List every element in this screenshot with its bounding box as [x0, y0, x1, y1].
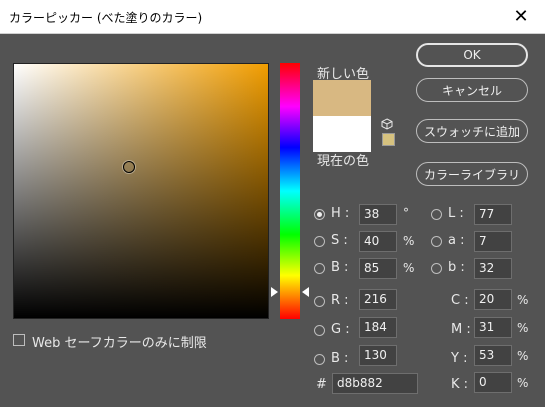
hex-input[interactable]: d8b882 — [332, 373, 418, 394]
k-label: K : — [451, 377, 469, 392]
web-only-checkbox[interactable] — [13, 334, 25, 346]
a-label: a : — [448, 233, 465, 248]
m-unit: % — [517, 321, 529, 335]
color-field-cursor[interactable] — [123, 161, 135, 173]
hue-slider-right-arrow-icon[interactable] — [302, 287, 309, 297]
out-of-gamut-cube-icon[interactable] — [381, 118, 393, 130]
b-unit: % — [403, 261, 415, 275]
hex-label: # — [316, 377, 327, 392]
new-color-swatch — [313, 80, 371, 116]
close-icon[interactable]: ✕ — [501, 3, 541, 29]
current-color-swatch[interactable] — [313, 116, 371, 152]
y-input[interactable]: 53 — [474, 345, 512, 366]
h-unit: ° — [403, 206, 409, 220]
cancel-button[interactable]: キャンセル — [416, 78, 528, 102]
ok-button[interactable]: OK — [416, 43, 528, 67]
r-input[interactable]: 216 — [359, 289, 397, 310]
radio-b[interactable] — [314, 263, 325, 274]
radio-lab-b[interactable] — [431, 263, 442, 274]
b-input[interactable]: 85 — [359, 258, 397, 279]
g-label: G : — [331, 322, 350, 337]
radio-h[interactable] — [314, 209, 325, 220]
hue-slider[interactable] — [280, 63, 300, 319]
lab-b-label: b : — [448, 260, 465, 275]
s-label: S : — [331, 233, 348, 248]
y-label: Y : — [451, 351, 468, 366]
m-label: M : — [451, 322, 471, 337]
color-field[interactable] — [13, 63, 269, 319]
y-unit: % — [517, 349, 529, 363]
add-to-swatches-button[interactable]: スウォッチに追加 — [416, 119, 528, 143]
k-unit: % — [517, 376, 529, 390]
radio-rgb-b[interactable] — [314, 354, 325, 365]
l-label: L : — [448, 206, 464, 221]
radio-a[interactable] — [431, 236, 442, 247]
c-input[interactable]: 20 — [474, 289, 512, 310]
web-only-label: Web セーフカラーのみに制限 — [32, 336, 207, 351]
s-unit: % — [403, 234, 415, 248]
c-label: C : — [451, 293, 469, 308]
rgb-b-label: B : — [331, 351, 349, 366]
lab-b-input[interactable]: 32 — [474, 258, 512, 279]
g-input[interactable]: 184 — [359, 317, 397, 338]
m-input[interactable]: 31 — [474, 317, 512, 338]
r-label: R : — [331, 293, 349, 308]
c-unit: % — [517, 293, 529, 307]
web-safe-swatch[interactable] — [382, 133, 395, 146]
rgb-b-input[interactable]: 130 — [359, 345, 397, 366]
window-title: カラーピッカー (べた塗りのカラー) — [9, 11, 203, 25]
l-input[interactable]: 77 — [474, 204, 512, 225]
radio-l[interactable] — [431, 209, 442, 220]
s-input[interactable]: 40 — [359, 231, 397, 252]
radio-g[interactable] — [314, 325, 325, 336]
radio-s[interactable] — [314, 236, 325, 247]
radio-r[interactable] — [314, 296, 325, 307]
b-label: B : — [331, 260, 349, 275]
hue-slider-left-arrow-icon[interactable] — [271, 287, 278, 297]
k-input[interactable]: 0 — [474, 372, 512, 393]
h-input[interactable]: 38 — [359, 204, 397, 225]
a-input[interactable]: 7 — [474, 231, 512, 252]
current-color-label: 現在の色 — [317, 154, 370, 169]
title-bar: カラーピッカー (べた塗りのカラー) ✕ — [0, 0, 545, 34]
color-libraries-button[interactable]: カラーライブラリ — [416, 162, 528, 186]
h-label: H : — [331, 206, 350, 221]
